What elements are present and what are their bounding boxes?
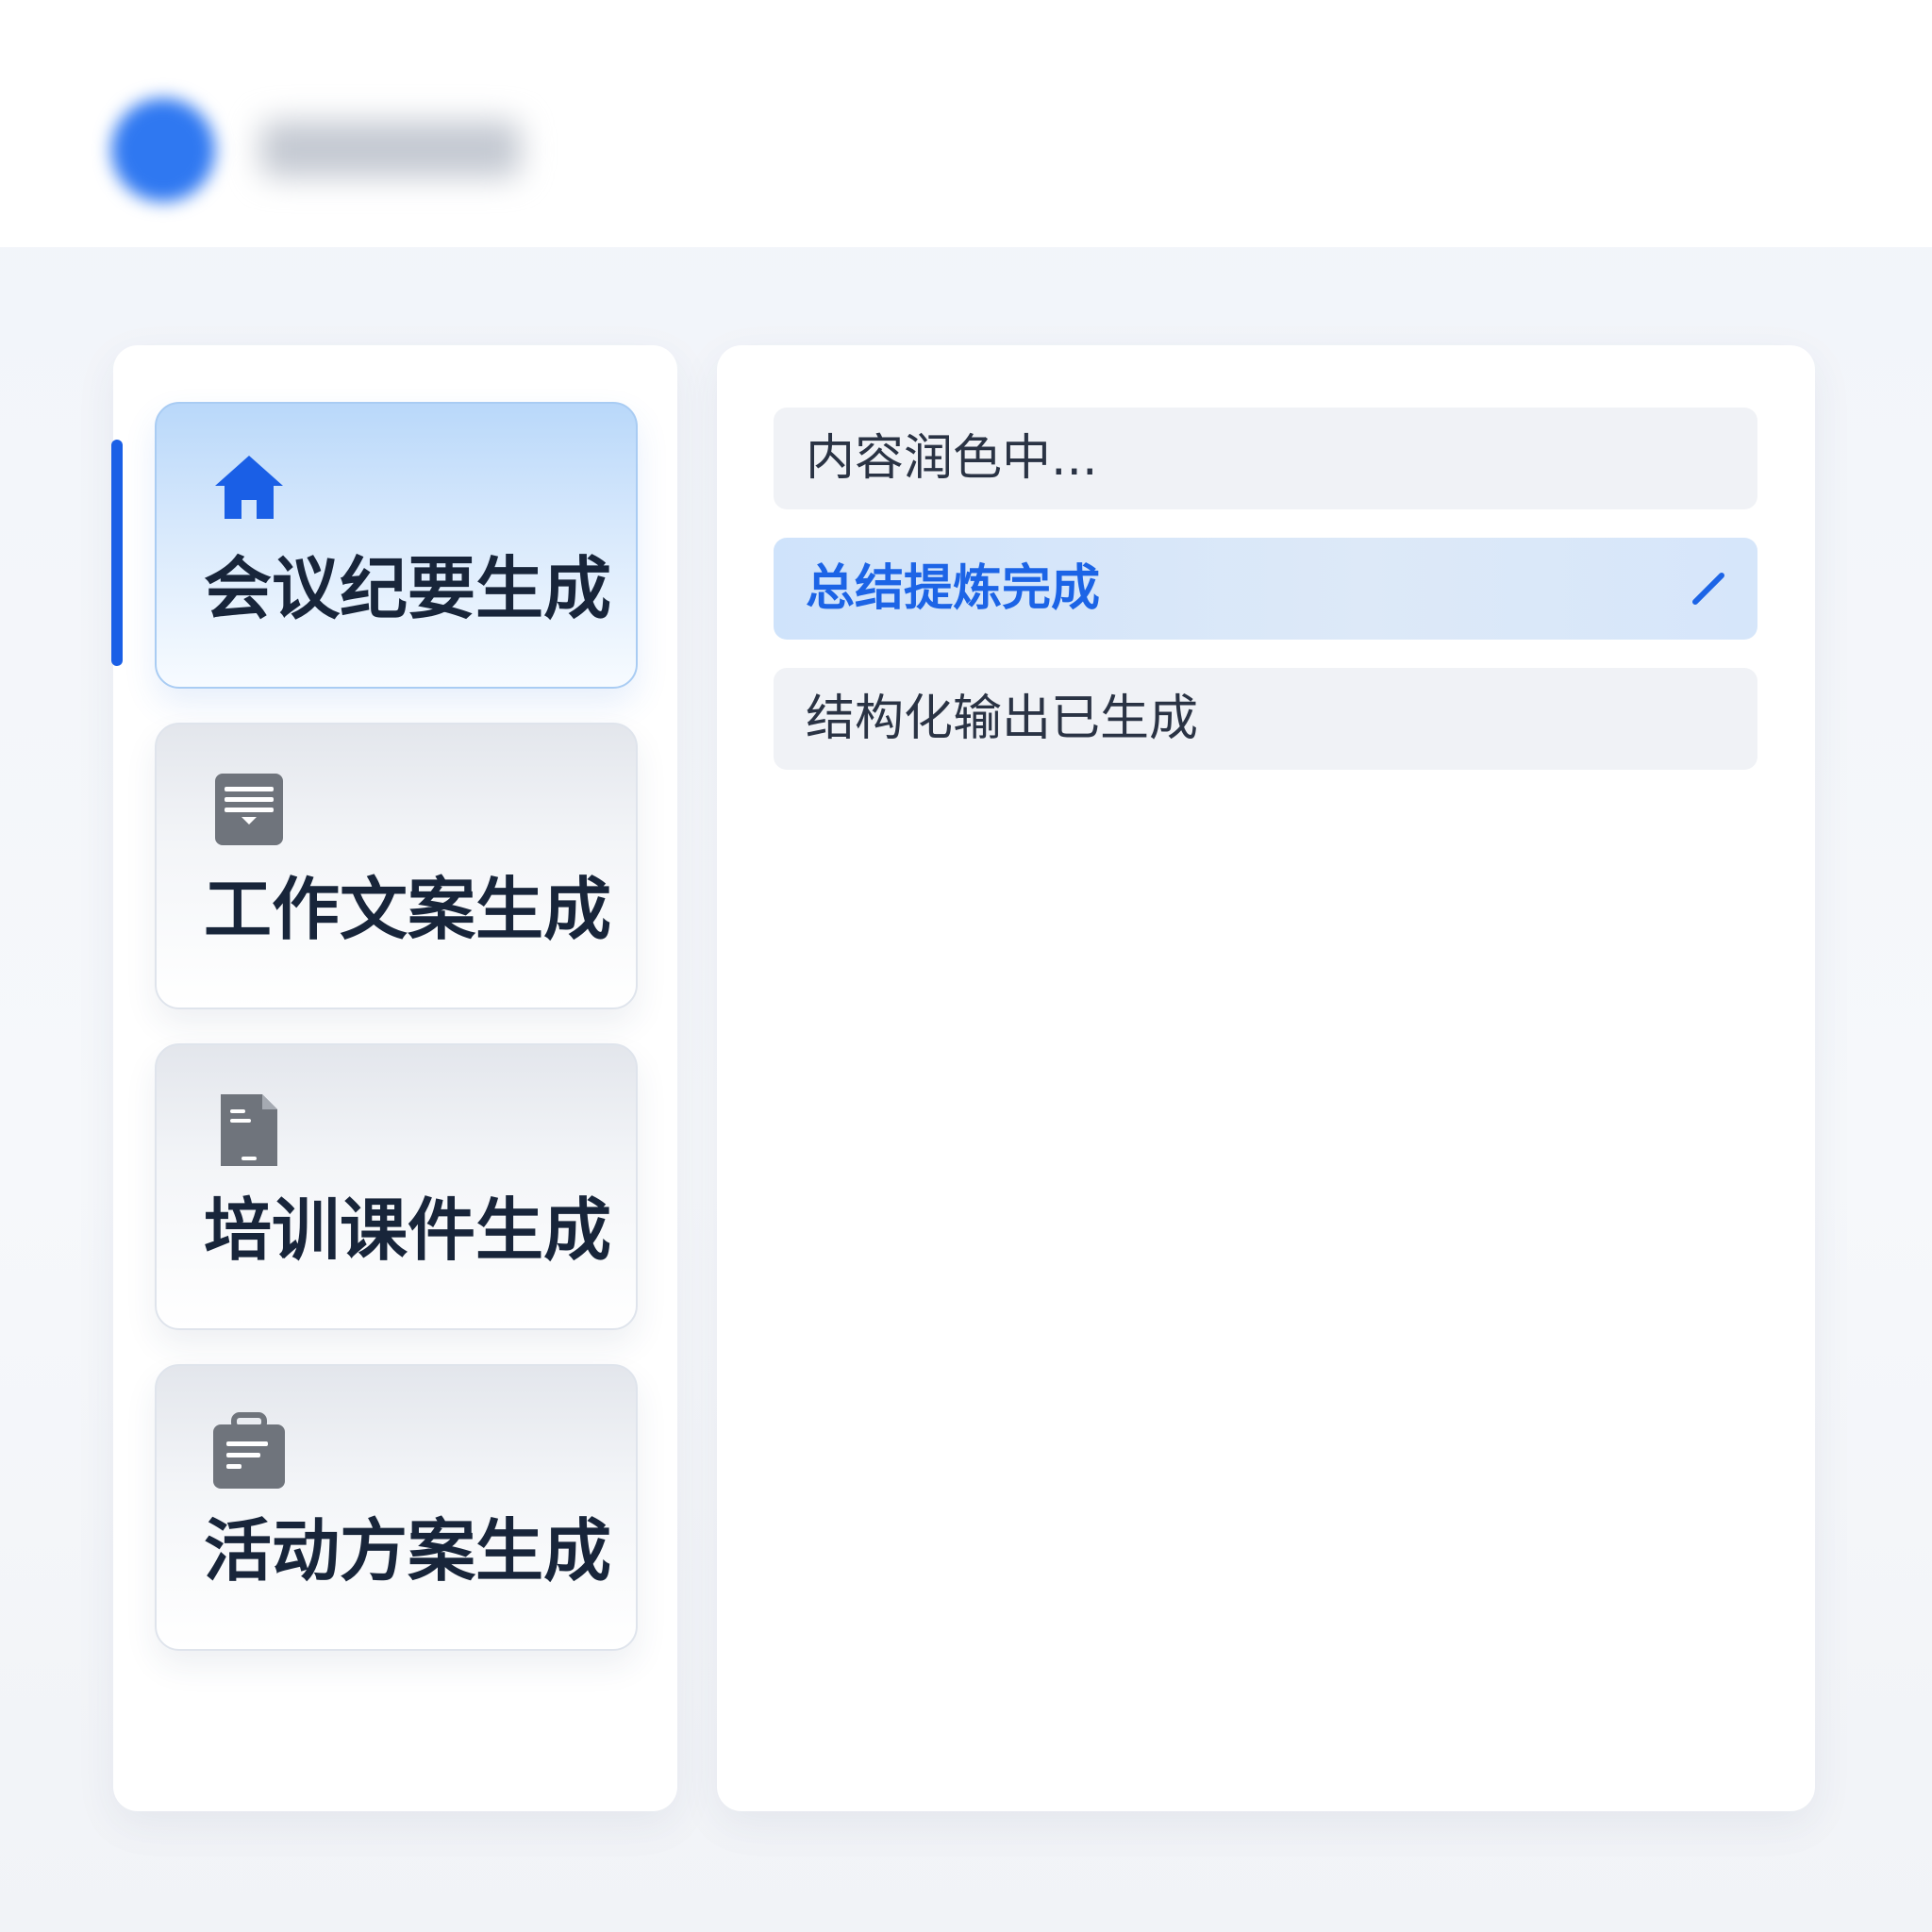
sidebar-item-event-plan[interactable]: 活动方案生成 — [155, 1364, 638, 1651]
app-logo — [111, 98, 215, 202]
app-name-blurred — [260, 121, 521, 177]
status-text: 内容润色中... — [806, 430, 1098, 487]
status-text: 结构化输出已生成 — [806, 691, 1199, 747]
note-icon — [208, 768, 291, 851]
sidebar-item-meeting-minutes[interactable]: 会议纪要生成 — [155, 402, 638, 689]
sidebar-item-training-slides[interactable]: 培训课件生成 — [155, 1043, 638, 1330]
home-icon — [208, 447, 291, 530]
top-header — [0, 0, 1932, 247]
status-item-structured-output: 结构化输出已生成 — [774, 668, 1757, 770]
sidebar-item-label: 会议纪要生成 — [204, 549, 612, 628]
sidebar-item-label: 培训课件生成 — [204, 1191, 612, 1270]
status-item-polishing: 内容润色中... — [774, 408, 1757, 509]
document-icon — [208, 1089, 291, 1172]
app-page: 会议纪要生成 工作文案生成 培训课件生成 活动方案生成 内容润色中... 总结提… — [0, 0, 1932, 1932]
sidebar-item-label: 工作文案生成 — [204, 870, 612, 949]
sidebar-item-label: 活动方案生成 — [204, 1511, 612, 1591]
status-item-summary-done: 总结提炼完成 — [774, 538, 1757, 640]
sidebar-item-work-copy[interactable]: 工作文案生成 — [155, 723, 638, 1009]
briefcase-icon — [208, 1409, 291, 1492]
status-text: 总结提炼完成 — [806, 560, 1101, 617]
active-indicator — [111, 440, 123, 666]
check-icon — [1686, 566, 1731, 611]
